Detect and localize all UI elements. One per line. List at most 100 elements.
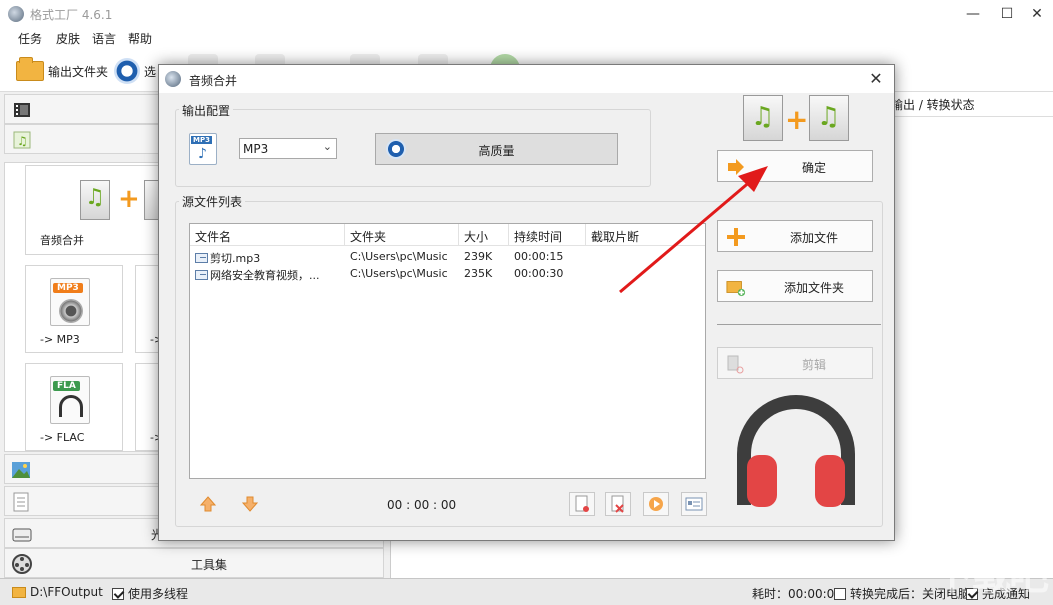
headphones-icon <box>59 395 83 417</box>
plus-icon: + <box>785 103 809 136</box>
app-logo-icon <box>8 6 24 22</box>
format-select[interactable]: MP3 ⌄ <box>239 138 337 159</box>
ok-label: 确定 <box>801 161 826 175</box>
source-list-label: 源文件列表 <box>179 193 246 210</box>
merge-audio-illustration: ♫ + ♫ <box>743 95 851 143</box>
plus-icon <box>727 228 745 246</box>
menu-help[interactable]: 帮助 <box>128 30 152 47</box>
table-row[interactable]: 剪切.mp3 C:\Users\pc\Music 239K 00:00:15 <box>190 248 705 265</box>
dialog-close-button[interactable]: ✕ <box>866 69 886 88</box>
music-note-icon: ♫ <box>13 131 31 149</box>
picture-icon <box>12 462 30 478</box>
table-row[interactable]: 网络安全教育视频，... C:\Users\pc\Music 235K 00:0… <box>190 265 705 282</box>
to-flac-tile[interactable]: FLA -> FLAC <box>25 363 123 451</box>
after-convert-check-mark <box>834 587 846 600</box>
chevron-down-icon: ⌄ <box>322 140 332 153</box>
svg-text:♫: ♫ <box>17 134 28 148</box>
mp3-format-tag: MP3 <box>191 136 212 144</box>
title-bar: 格式工厂 4.6.1 — ☐ ✕ <box>0 0 1053 28</box>
edit-label: 剪辑 <box>801 358 826 372</box>
menu-tasks[interactable]: 任务 <box>18 30 42 47</box>
dialog-app-icon <box>165 71 181 87</box>
add-folder-icon <box>726 281 746 297</box>
mp3-file-icon: MP3 <box>50 278 90 326</box>
output-config-label: 输出配置 <box>179 102 234 119</box>
output-path-text: D:\FFOutput <box>30 585 103 599</box>
to-flac-label: -> FLAC <box>40 431 85 444</box>
column-duration[interactable]: 持续时间 <box>509 224 586 246</box>
toolset-label: 工具集 <box>191 558 228 572</box>
headphones-illustration <box>733 395 859 511</box>
flac-tag: FLA <box>53 381 80 391</box>
headphone-right-cup <box>815 455 845 507</box>
close-button[interactable]: ✕ <box>1022 4 1052 24</box>
list-header: 文件名 文件夹 大小 持续时间 截取片断 <box>190 224 705 246</box>
folder-cell: C:\Users\pc\Music <box>350 250 448 263</box>
move-down-icon[interactable] <box>241 495 259 513</box>
ok-button[interactable]: 确定 <box>717 150 873 182</box>
options-label: 选 <box>144 64 157 79</box>
info-card-icon <box>685 497 703 511</box>
move-up-icon[interactable] <box>199 495 217 513</box>
size-cell: 235K <box>464 267 493 280</box>
options-button[interactable]: 选 <box>114 58 156 84</box>
disc-drive-icon <box>12 528 32 542</box>
column-folder[interactable]: 文件夹 <box>345 224 459 246</box>
category-toolset[interactable]: 工具集 <box>4 548 384 578</box>
merge-audio-dialog: 音频合并 ✕ 输出配置 MP3 ♪ MP3 ⌄ 高质量 源文件列表 文件名 文件… <box>158 64 895 541</box>
quality-label: 高质量 <box>478 144 515 158</box>
folder-icon <box>16 57 44 81</box>
column-filename[interactable]: 文件名 <box>190 224 345 246</box>
headphone-left-cup <box>747 455 777 507</box>
add-file-label: 添加文件 <box>789 231 838 245</box>
to-mp3-tile[interactable]: MP3 -> MP3 <box>25 265 123 353</box>
menu-skin[interactable]: 皮肤 <box>56 30 80 47</box>
play-button[interactable] <box>643 492 669 516</box>
menu-bar: 任务 皮肤 语言 帮助 <box>0 28 1053 48</box>
column-clip[interactable]: 截取片断 <box>586 224 705 246</box>
file-name-text: 网络安全教育视频，... <box>210 269 320 282</box>
multithread-label: 使用多线程 <box>128 587 189 601</box>
source-file-list[interactable]: 文件名 文件夹 大小 持续时间 截取片断 剪切.mp3 C:\Users\pc\… <box>189 223 706 479</box>
elapsed-time: 耗时：00:00:00 <box>752 585 842 602</box>
audio-file-icon <box>195 253 208 263</box>
play-icon <box>649 497 663 511</box>
merge-audio-tile[interactable]: ♫ + 音频合并 <box>25 165 165 255</box>
music-note-icon: ♪ <box>198 146 207 162</box>
speaker-icon <box>59 299 83 323</box>
remove-file-icon <box>575 495 589 512</box>
dialog-title: 音频合并 <box>189 74 238 88</box>
maximize-button[interactable]: ☐ <box>992 4 1022 24</box>
note-card-icon: ♫ <box>80 180 110 220</box>
clear-list-icon <box>611 495 624 513</box>
add-file-button[interactable]: 添加文件 <box>717 220 873 252</box>
multithread-check-mark <box>112 587 124 600</box>
status-bar: D:\FFOutput 使用多线程 耗时：00:00:00 转换完成后：关闭电脑… <box>0 578 1053 605</box>
duration-cell: 00:00:15 <box>514 250 564 263</box>
file-info-button[interactable] <box>681 492 707 516</box>
menu-language[interactable]: 语言 <box>92 30 116 47</box>
film-reel-icon <box>12 554 32 574</box>
clear-list-button[interactable] <box>605 492 631 516</box>
merge-audio-label: 音频合并 <box>40 234 84 247</box>
minimize-button[interactable]: — <box>958 4 988 24</box>
watermark-logo: 下载吧 <box>933 553 1049 599</box>
options-swirl-icon <box>114 58 140 84</box>
scissors-film-icon <box>727 355 744 374</box>
folder-small-icon <box>12 586 26 598</box>
column-size[interactable]: 大小 <box>459 224 509 246</box>
total-time: 00 : 00 : 00 <box>387 498 457 512</box>
edit-button[interactable]: 剪辑 <box>717 347 873 379</box>
output-path[interactable]: D:\FFOutput <box>12 585 103 599</box>
elapsed-time-text: 耗时：00:00:00 <box>752 587 842 601</box>
multithread-checkbox[interactable]: 使用多线程 <box>112 585 188 602</box>
quality-button[interactable]: 高质量 <box>375 133 618 165</box>
add-folder-label: 添加文件夹 <box>783 281 844 295</box>
file-name-cell: 剪切.mp3 <box>195 250 345 266</box>
arrow-right-icon <box>728 159 744 175</box>
document-icon <box>13 492 29 512</box>
remove-file-button[interactable] <box>569 492 595 516</box>
add-folder-button[interactable]: 添加文件夹 <box>717 270 873 302</box>
output-folder-button[interactable]: 输出文件夹 <box>16 57 108 84</box>
mp3-format-icon: MP3 ♪ <box>189 133 217 165</box>
